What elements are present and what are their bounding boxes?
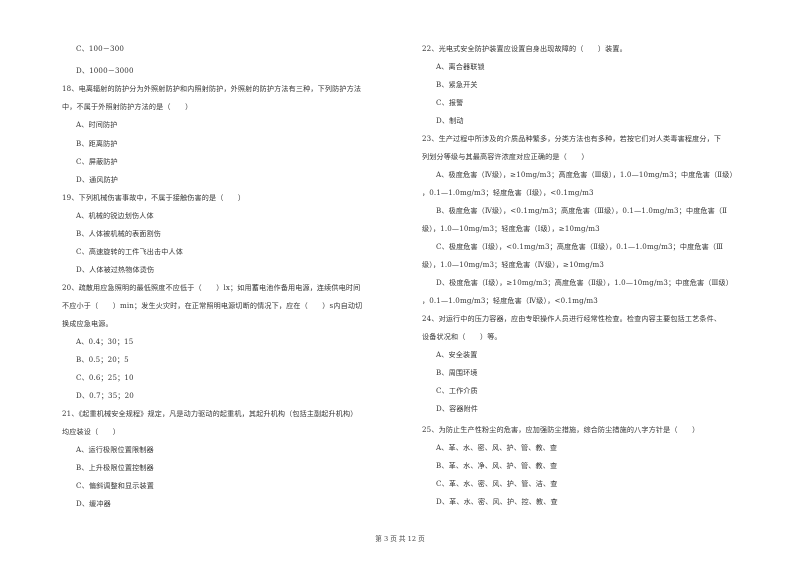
- page-number: 第 3 页 共 12 页: [375, 535, 425, 543]
- option-line: A、0.4；30；15: [76, 337, 134, 346]
- option-line: C、高速旋转的工件飞出击中人体: [76, 247, 183, 256]
- option-continuation: ，0.1—1.0mg/m3；轻度危害（Ⅳ级），<0.1mg/m3: [422, 296, 598, 305]
- option-line: B、距离防护: [76, 139, 118, 148]
- option-line: A、革、水、密、风、护、管、教、查: [436, 443, 558, 452]
- option-line: D、缓冲器: [76, 499, 111, 508]
- option-line: B、上升极限位置控制器: [76, 463, 154, 472]
- option-line: A、极度危害（Ⅳ级），≥10mg/m3；高度危害（Ⅲ级），1.0—10mg/m3…: [436, 170, 737, 179]
- option-line: D、极度危害（Ⅰ级），≥10mg/m3；高度危害（Ⅱ级），1.0—10mg/m3…: [436, 278, 734, 287]
- question-19: 19、下列机械伤害事故中，不属于接触伤害的是（ ）: [62, 193, 246, 202]
- question-continuation: 均应装设（ ）: [62, 427, 120, 436]
- option-line: D、通风防护: [76, 175, 119, 184]
- option-line: C、屏蔽防护: [76, 157, 118, 166]
- option-continuation: 级），1.0—10mg/m3；轻度危害（Ⅰ级），≥10mg/m3: [422, 224, 600, 233]
- option-line: B、革、水、净、风、护、管、教、查: [436, 461, 558, 470]
- option-line: D、革、水、密、风、护、控、教、查: [436, 497, 558, 506]
- option-line: B、人体被机械的表面割伤: [76, 229, 162, 238]
- option-line: C、0.6；25；10: [76, 373, 134, 382]
- option-line: D、容器附件: [436, 404, 479, 413]
- option-line: A、离合器联锁: [436, 62, 485, 71]
- option-line: A、运行极限位置限制器: [76, 445, 154, 454]
- option-line: D、1000－3000: [76, 66, 134, 75]
- option-line: C、革、水、密、风、护、管、洁、查: [436, 479, 558, 488]
- question-continuation: 列划分等级与其最高容许浓度对应正确的是（ ）: [422, 152, 589, 161]
- option-line: A、机械的锐边划伤人体: [76, 211, 154, 220]
- option-continuation: ，0.1—1.0mg/m3；轻度危害（Ⅰ级），<0.1mg/m3: [422, 188, 594, 197]
- question-25: 25、为防止生产性粉尘的危害，应加强防尘措施，综合防尘措施的八字方针是（ ）: [422, 425, 700, 434]
- option-line: B、周围环境: [436, 368, 478, 377]
- question-continuation: 设备状况和（ ）等。: [422, 332, 502, 341]
- question-22: 22、光电式安全防护装置应设置自身出现故障的（ ）装置。: [422, 44, 627, 53]
- question-continuation: 换成应急电源。: [62, 319, 113, 328]
- option-continuation: 级），1.0—10mg/m3；轻度危害（Ⅳ级），≥10mg/m3: [422, 260, 605, 269]
- option-line: D、0.7；35；20: [76, 391, 134, 400]
- option-line: C、偏斜调整和显示装置: [76, 481, 155, 490]
- option-line: B、0.5；20；5: [76, 355, 129, 364]
- question-21: 21、《起重机械安全规程》规定，凡是动力驱动的起重机，其起升机构（包括主副起升机…: [62, 409, 358, 418]
- question-23: 23、生产过程中所涉及的介质品种繁多，分类方法也有多种，若按它们对人类毒害程度分…: [422, 134, 722, 143]
- option-line: B、紧急开关: [436, 80, 478, 89]
- question-continuation: 中，不属于外照射防护方法的是（ ）: [62, 102, 193, 111]
- question-24: 24、对运行中的压力容器，应由专职操作人员进行经常性检查。检查内容主要包括工艺条…: [422, 314, 722, 323]
- question-18: 18、电离辐射的防护分为外照射防护和内照射防护，外照射的防护方法有三种，下列防护…: [62, 84, 362, 93]
- question-20: 20、疏散用应急照明的最低照度不应低于（ ）lx；如用蓄电池作备用电源，连续供电…: [62, 283, 361, 292]
- option-line: C、100－300: [76, 44, 125, 53]
- option-line: D、人体被过热物体烫伤: [76, 265, 155, 274]
- option-line: C、工作介质: [436, 386, 478, 395]
- question-continuation: 不应小于（ ）min；发生火灾时，在正常照明电源切断的情况下，应在（ ）s内自动…: [62, 301, 363, 310]
- option-line: B、极度危害（Ⅳ级），<0.1mg/m3；高度危害（Ⅲ级），0.1—1.0mg/…: [436, 206, 728, 215]
- option-line: D、制动: [436, 116, 464, 125]
- option-line: A、时间防护: [76, 120, 118, 129]
- option-line: C、极度危害（Ⅰ级），<0.1mg/m3；高度危害（Ⅱ级），0.1—1.0mg/…: [436, 242, 724, 251]
- option-line: A、安全装置: [436, 350, 478, 359]
- option-line: C、报警: [436, 98, 464, 107]
